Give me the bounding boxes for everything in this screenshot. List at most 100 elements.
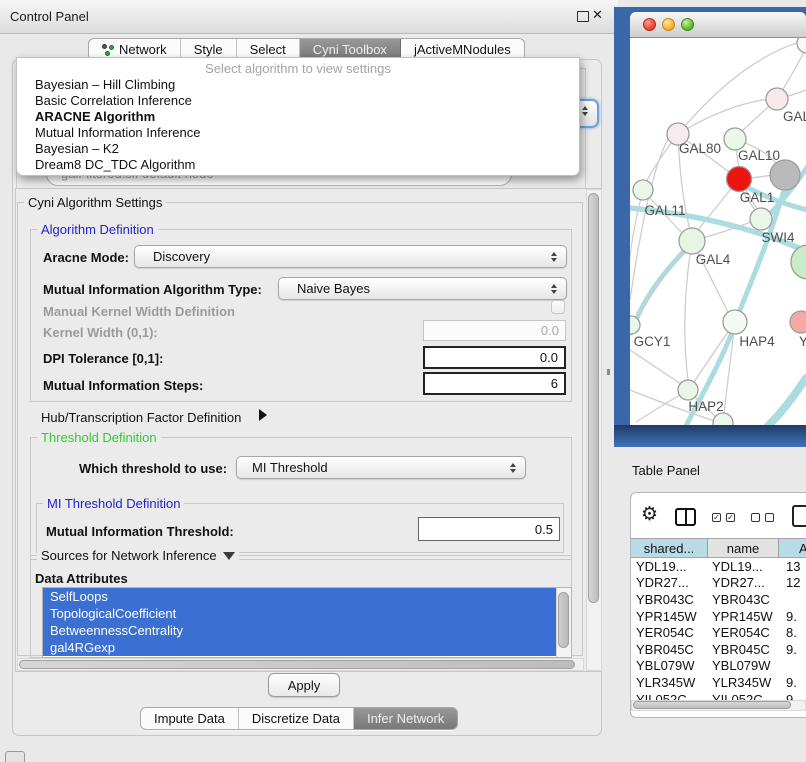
aracne-mode-label: Aracne Mode:	[43, 250, 129, 265]
minimized-panel-icon[interactable]	[5, 751, 25, 762]
algorithm-list: Bayesian – Hill ClimbingBasic Correlatio…	[17, 77, 579, 173]
algorithm-definition-title: Algorithm Definition	[37, 222, 158, 237]
minimize-traffic-light-icon[interactable]	[662, 18, 675, 31]
collapse-arrow-icon[interactable]	[223, 552, 235, 560]
zoom-traffic-light-icon[interactable]	[681, 18, 694, 31]
network-node[interactable]	[727, 167, 752, 192]
manual-kernel-checkbox[interactable]	[551, 300, 565, 314]
mi-threshold-label: Mutual Information Threshold:	[46, 524, 234, 539]
threshold-title: Threshold Definition	[37, 430, 161, 445]
network-node[interactable]	[770, 160, 800, 190]
network-node[interactable]	[633, 180, 653, 200]
close-traffic-light-icon[interactable]	[643, 18, 656, 31]
settings-vscrollbar-thumb[interactable]	[588, 193, 599, 603]
table-row[interactable]: YBL079WYBL079W	[631, 658, 806, 675]
document-icon[interactable]	[792, 505, 806, 527]
table-cell: YIL052C	[631, 692, 708, 700]
app-window: Control Panel ✕ NetworkStyleSelectCyni T…	[0, 0, 806, 762]
settings-hscrollbar-thumb[interactable]	[19, 660, 575, 669]
table-cell: YBR045C	[708, 642, 779, 657]
table-header[interactable]: shared... name A	[631, 538, 806, 558]
float-icon[interactable]	[577, 11, 589, 22]
mi-threshold-field[interactable]: 0.5	[418, 517, 560, 541]
apply-button[interactable]: Apply	[268, 673, 340, 697]
column-header-name[interactable]: name	[708, 539, 779, 557]
algorithm-option[interactable]: Mutual Information Inference	[17, 125, 579, 141]
network-labels: GALGAL80GAL10GAL1GAL11SWI4GAL4GCY1HAP4YH…	[634, 109, 806, 414]
tab-label: Select	[250, 42, 286, 57]
attribute-item[interactable]: SelfLoops	[43, 588, 557, 605]
table-row[interactable]: YBR043CYBR043C	[631, 591, 806, 608]
table-row[interactable]: YER054CYER054C8.	[631, 624, 806, 641]
table-row[interactable]: YBR045CYBR045C9.	[631, 641, 806, 658]
attribute-item[interactable]: BetweennessCentrality	[43, 622, 557, 639]
network-node[interactable]	[723, 310, 747, 334]
panel-divider-grip[interactable]	[607, 369, 610, 375]
mi-steps-field[interactable]: 6	[423, 372, 566, 395]
table-row[interactable]: YDR27...YDR27...12	[631, 575, 806, 592]
table-cell: YIL052C	[708, 692, 779, 700]
network-canvas[interactable]: GALGAL80GAL10GAL1GAL11SWI4GAL4GCY1HAP4YH…	[630, 38, 806, 425]
table-row[interactable]: YPR145WYPR145W9.	[631, 608, 806, 625]
combo-arrows-icon	[551, 252, 557, 262]
close-icon[interactable]: ✕	[592, 7, 603, 23]
network-node[interactable]	[713, 413, 733, 425]
network-node[interactable]	[791, 245, 806, 279]
control-panel-titlebar	[0, 0, 618, 34]
manual-kernel-label: Manual Kernel Width Definition	[43, 304, 235, 319]
expand-arrow-icon[interactable]	[259, 409, 267, 421]
dpi-tolerance-field[interactable]: 0.0	[423, 346, 566, 369]
tab-impute-data[interactable]: Impute Data	[141, 708, 239, 729]
columns-icon[interactable]	[675, 508, 696, 526]
node-label: GAL10	[738, 148, 780, 163]
table-row[interactable]: YLR345WYLR345W9.	[631, 674, 806, 691]
attribute-item[interactable]: TopologicalCoefficient	[43, 605, 557, 622]
algorithm-option[interactable]: ARACNE Algorithm	[17, 109, 579, 125]
data-attributes-list[interactable]: SelfLoopsTopologicalCoefficientBetweenne…	[42, 587, 572, 658]
network-node[interactable]	[750, 208, 772, 230]
which-threshold-value: MI Threshold	[237, 460, 525, 475]
which-threshold-label: Which threshold to use:	[79, 461, 227, 476]
network-node[interactable]	[790, 311, 806, 333]
tab-label: Style	[194, 42, 223, 57]
column-header-shared[interactable]: shared...	[631, 539, 708, 557]
algorithm-dropdown-popup: Select algorithm to view settings Bayesi…	[16, 57, 580, 176]
kernel-width-field[interactable]: 0.0	[423, 320, 566, 341]
table-cell: 12	[779, 575, 806, 590]
algorithm-option[interactable]: Bayesian – K2	[17, 141, 579, 157]
control-panel-title: Control Panel	[10, 9, 89, 24]
network-node[interactable]	[797, 38, 806, 53]
tab-discretize-data[interactable]: Discretize Data	[239, 708, 354, 729]
algorithm-option[interactable]: Basic Correlation Inference	[17, 93, 579, 109]
attribute-item[interactable]: gal4RGexp	[43, 639, 557, 656]
gear-icon[interactable]: ⚙	[641, 504, 658, 526]
aracne-mode-combobox[interactable]: Discovery	[134, 245, 567, 268]
node-label: GAL80	[679, 141, 721, 156]
network-node[interactable]	[678, 380, 698, 400]
table-row[interactable]: YIL052CYIL052C9	[631, 691, 806, 700]
tab-label: Infer Network	[367, 711, 444, 726]
list-scrollbar-thumb[interactable]	[558, 592, 569, 648]
network-window-titlebar[interactable]	[630, 12, 806, 38]
network-node[interactable]	[679, 228, 705, 254]
table-cell: YLR345W	[631, 675, 708, 690]
table-row[interactable]: YDL19...YDL19...13	[631, 558, 806, 575]
network-icon	[102, 44, 114, 56]
mi-type-combobox[interactable]: Naive Bayes	[278, 277, 567, 300]
table-cell: YBL079W	[708, 658, 779, 673]
node-label: SWI4	[761, 230, 794, 245]
unchecked-boxes-icon[interactable]	[751, 513, 774, 522]
column-header-clipped[interactable]: A	[779, 539, 806, 557]
algorithm-prompt: Select algorithm to view settings	[17, 61, 579, 77]
table-cell: 9.	[779, 642, 806, 657]
table-cell: YBR043C	[708, 592, 779, 607]
algorithm-option[interactable]: Dream8 DC_TDC Algorithm	[17, 157, 579, 173]
tab-infer-network[interactable]: Infer Network	[354, 708, 457, 729]
which-threshold-combobox[interactable]: MI Threshold	[236, 456, 526, 479]
network-node[interactable]	[724, 128, 746, 150]
network-node[interactable]	[766, 88, 788, 110]
algorithm-option[interactable]: Bayesian – Hill Climbing	[17, 77, 579, 93]
checked-boxes-icon[interactable]: ✓✓	[712, 513, 735, 522]
mi-steps-label: Mutual Information Steps:	[43, 378, 203, 393]
table-hscrollbar-thumb[interactable]	[633, 701, 791, 709]
